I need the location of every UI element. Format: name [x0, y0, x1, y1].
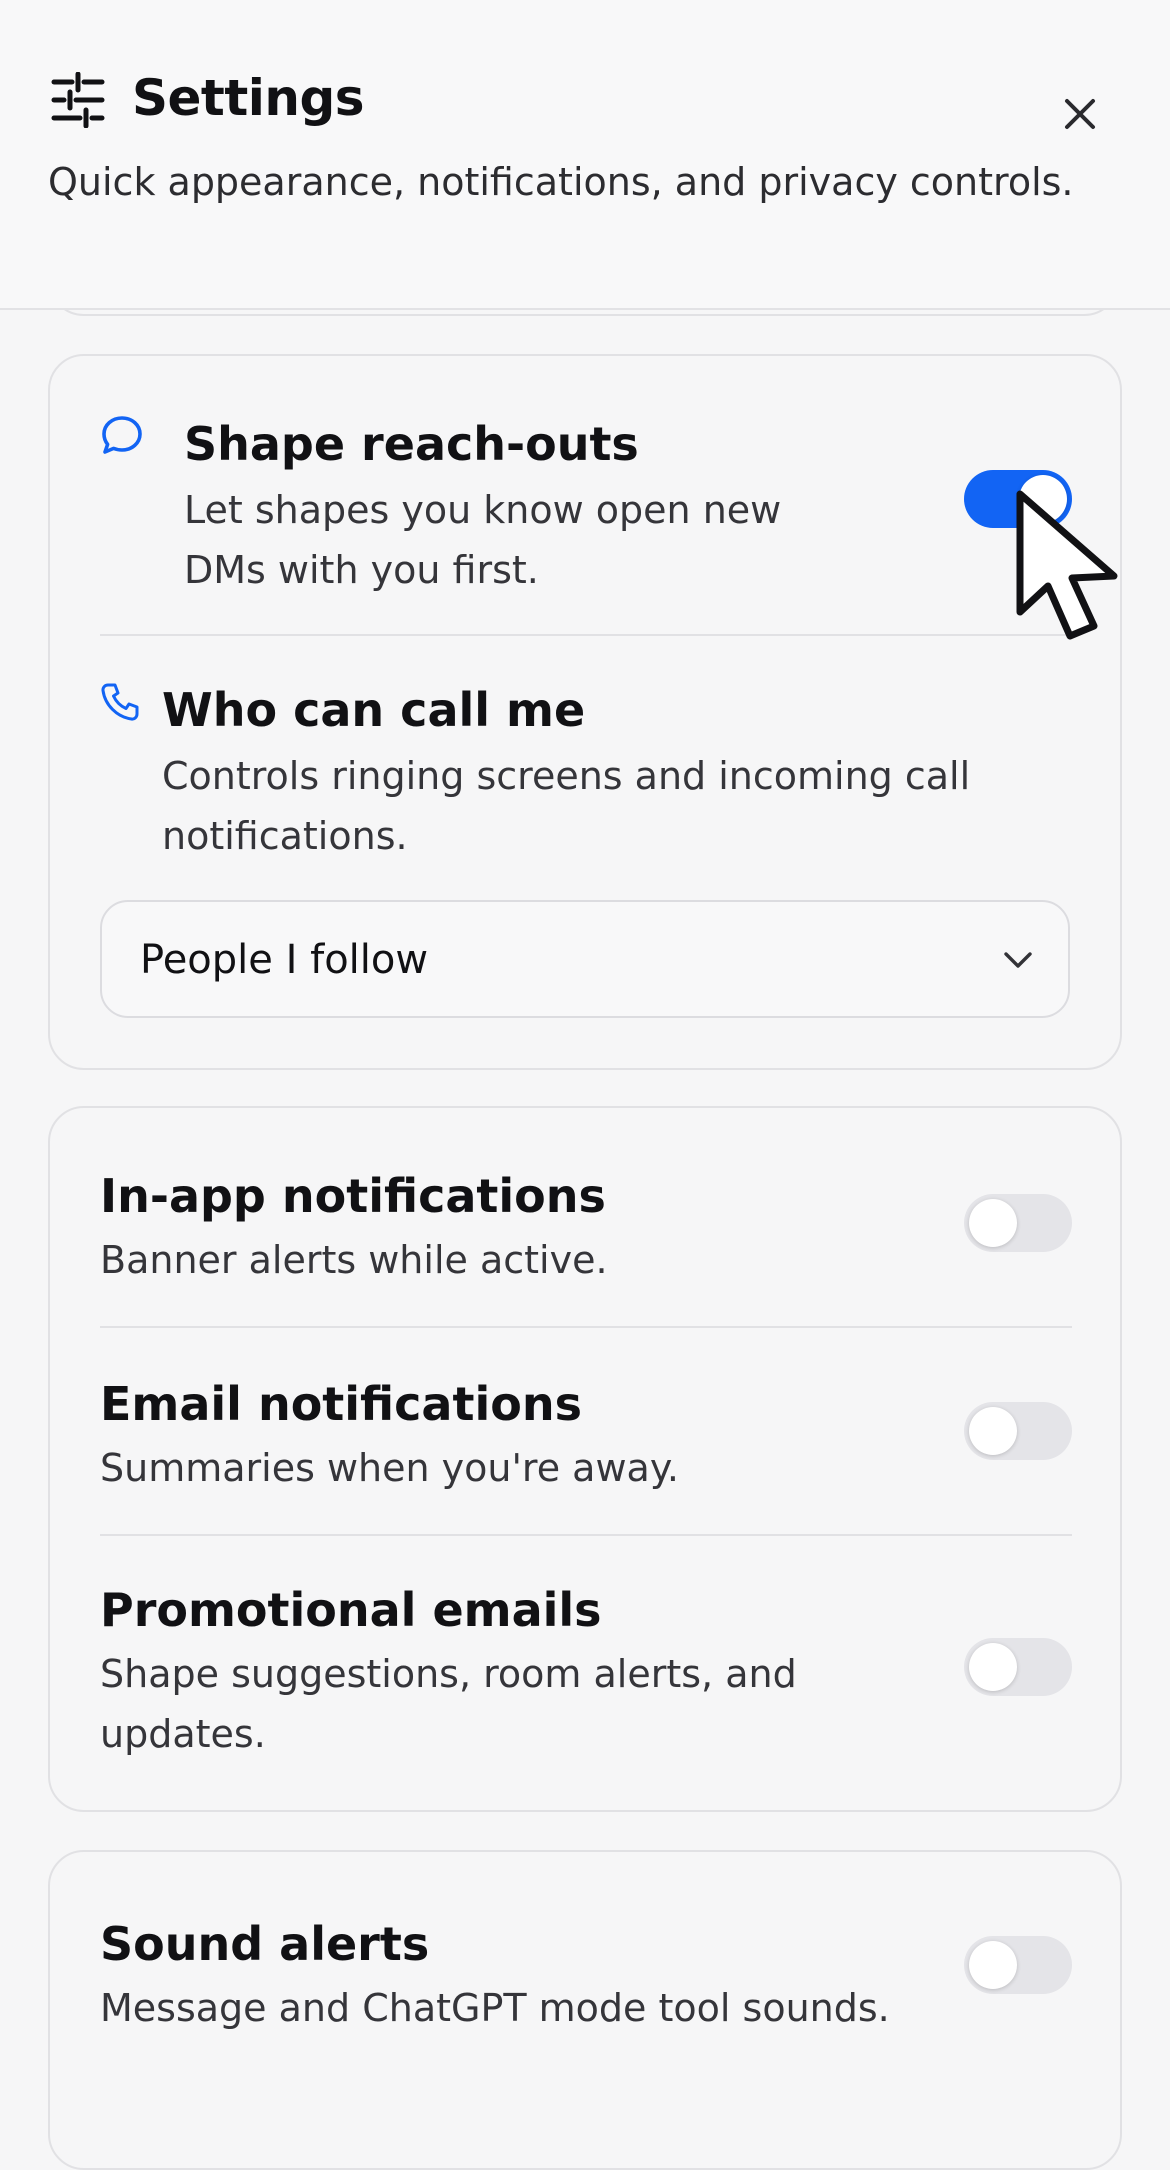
- email-notifications-toggle[interactable]: [964, 1402, 1072, 1460]
- toggle-knob: [969, 1941, 1017, 1989]
- page-description: Quick appearance, notifications, and pri…: [48, 160, 1074, 204]
- reach-outs-toggle[interactable]: [964, 470, 1072, 528]
- chevron-down-icon: [1004, 952, 1032, 968]
- in-app-notifications-description: Banner alerts while active.: [100, 1238, 608, 1282]
- promotional-emails-toggle[interactable]: [964, 1638, 1072, 1696]
- call-permission-select[interactable]: People I follow: [100, 900, 1070, 1018]
- reach-outs-description: Let shapes you know open new DMs with yo…: [184, 488, 782, 592]
- in-app-notifications-title: In-app notifications: [100, 1169, 606, 1223]
- email-notifications-title: Email notifications: [100, 1377, 582, 1431]
- page-title: Settings: [132, 69, 365, 127]
- settings-header: Settings Quick appearance, notifications…: [0, 0, 1170, 310]
- sound-card: Sound alerts Message and ChatGPT mode to…: [48, 1850, 1122, 2170]
- sliders-icon: [51, 72, 105, 128]
- reach-outs-title: Shape reach-outs: [184, 417, 639, 471]
- call-permission-value: People I follow: [140, 937, 429, 983]
- chat-bubble-icon: [102, 416, 142, 454]
- toggle-knob: [1019, 475, 1067, 523]
- close-icon: [1065, 99, 1095, 129]
- phone-icon: [101, 683, 139, 721]
- toggle-knob: [969, 1199, 1017, 1247]
- promotional-emails-description: Shape suggestions, room alerts, and upda…: [100, 1652, 797, 1756]
- calls-description: Controls ringing screens and incoming ca…: [162, 754, 971, 858]
- toggle-knob: [969, 1407, 1017, 1455]
- close-button[interactable]: [1050, 84, 1110, 144]
- divider: [100, 1534, 1072, 1536]
- divider: [100, 1326, 1072, 1328]
- sound-alerts-description: Message and ChatGPT mode tool sounds.: [100, 1986, 890, 2030]
- sound-alerts-title: Sound alerts: [100, 1917, 430, 1971]
- sound-alerts-toggle[interactable]: [964, 1936, 1072, 1994]
- email-notifications-description: Summaries when you're away.: [100, 1446, 679, 1490]
- privacy-card: Shape reach-outs Let shapes you know ope…: [48, 354, 1122, 1070]
- calls-title: Who can call me: [162, 683, 586, 737]
- in-app-notifications-toggle[interactable]: [964, 1194, 1072, 1252]
- divider: [100, 634, 1072, 636]
- promotional-emails-title: Promotional emails: [100, 1583, 602, 1637]
- notifications-card: In-app notifications Banner alerts while…: [48, 1106, 1122, 1812]
- toggle-knob: [969, 1643, 1017, 1691]
